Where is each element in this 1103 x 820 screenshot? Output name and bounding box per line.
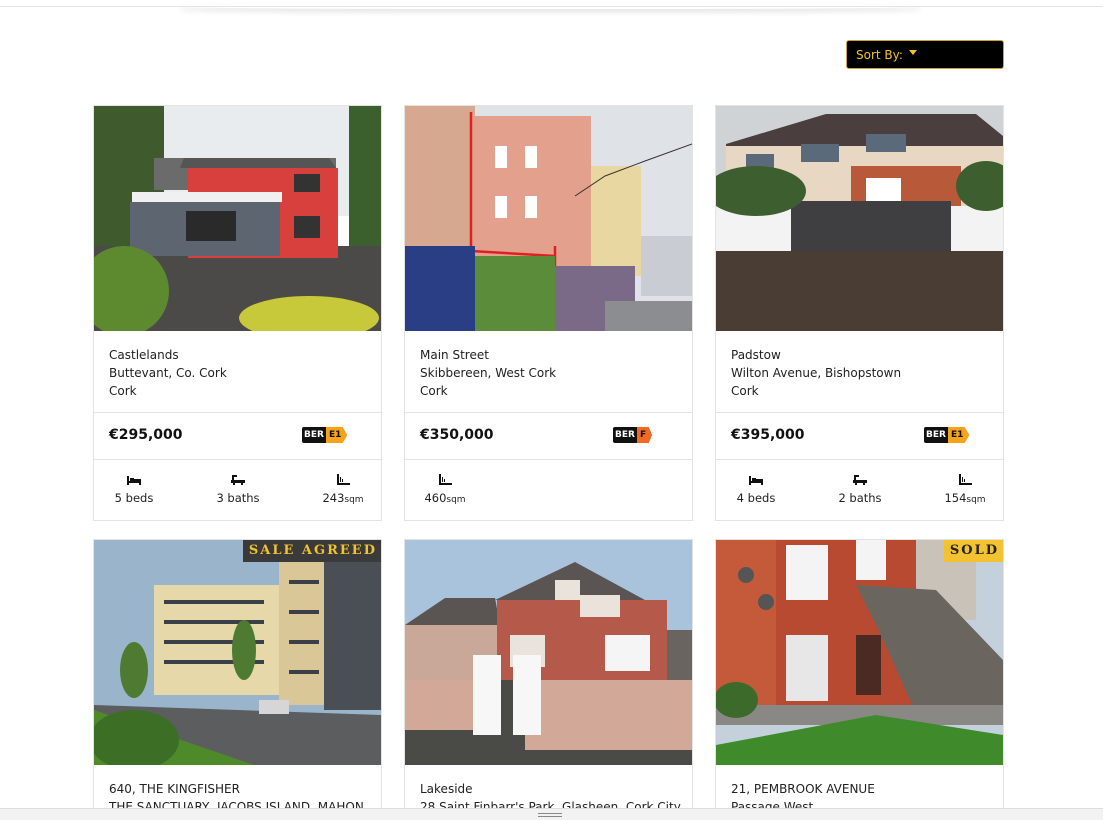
ber-rating: E1 (947, 427, 970, 443)
area-feature: 243sqm (303, 474, 381, 505)
address-line: Lakeside (420, 782, 473, 796)
property-photo[interactable] (405, 106, 692, 331)
caret-down-icon (908, 50, 917, 55)
property-photo[interactable] (716, 106, 1003, 331)
baths-feature: 2 baths (820, 474, 900, 505)
address-line: Wilton Avenue, Bishopstown (731, 366, 902, 380)
price-row: €350,000 BER F (405, 412, 692, 460)
area-feature: 154sqm (925, 474, 1003, 505)
property-address: Castlelands Buttevant, Co. Cork Cork (109, 346, 227, 400)
bed-icon (749, 476, 763, 485)
sort-by-dropdown[interactable]: Sort By: (846, 40, 1004, 69)
address-line: 21, PEMBROOK AVENUE (731, 782, 875, 796)
area-icon (337, 474, 350, 485)
address-line: Buttevant, Co. Cork (109, 366, 227, 380)
area-feature: 460sqm (405, 474, 485, 505)
property-card[interactable]: Lakeside 28 Saint Finbarr's Park, Glashe… (404, 539, 693, 820)
price: €295,000 (109, 427, 183, 443)
price-row: €395,000 BER E1 (716, 412, 1003, 460)
area-value: 154 (944, 491, 967, 505)
beds-count: 5 beds (114, 491, 154, 505)
sort-by-label: Sort By: (856, 47, 903, 62)
address-line: Castlelands (109, 348, 179, 362)
ber-rating: E1 (325, 427, 348, 443)
baths-count: 3 baths (216, 491, 260, 505)
header-strip (0, 0, 1103, 7)
area-unit: sqm (344, 495, 364, 505)
area-value: 243 (322, 491, 345, 505)
bed-icon (127, 476, 141, 485)
ber-prefix: BER (613, 427, 637, 443)
bottom-drag-bar[interactable] (0, 808, 1103, 820)
property-photo[interactable] (94, 106, 381, 331)
area-unit: sqm (966, 495, 986, 505)
baths-feature: 3 baths (198, 474, 278, 505)
address-line: Skibbereen, West Cork (420, 366, 557, 380)
drag-handle-icon[interactable] (538, 813, 562, 817)
sale-agreed-badge: SALE AGREED (242, 540, 381, 562)
ber-badge: BER E1 (924, 427, 970, 443)
property-card[interactable]: SALE AGREED 640, THE KINGFISHER THE SANC… (93, 539, 382, 820)
ber-prefix: BER (924, 427, 948, 443)
ber-rating: F (636, 427, 653, 443)
beds-feature: 5 beds (94, 474, 174, 505)
features-row: 460sqm (405, 460, 692, 520)
property-photo[interactable] (405, 540, 692, 765)
bath-icon (853, 475, 867, 485)
ber-badge: BER F (613, 427, 653, 443)
address-line: Cork (109, 384, 137, 398)
beds-feature: 4 beds (716, 474, 796, 505)
property-card[interactable]: Main Street Skibbereen, West Cork Cork €… (404, 105, 693, 521)
area-icon (439, 474, 452, 485)
property-photo[interactable] (716, 540, 1003, 765)
price: €395,000 (731, 427, 805, 443)
beds-count: 4 beds (736, 491, 776, 505)
price: €350,000 (420, 427, 494, 443)
features-row: 4 beds 2 baths 154sqm (716, 460, 1003, 520)
property-card[interactable]: Castlelands Buttevant, Co. Cork Cork €29… (93, 105, 382, 521)
address-line: Cork (420, 384, 448, 398)
ber-prefix: BER (302, 427, 326, 443)
property-card[interactable]: Padstow Wilton Avenue, Bishopstown Cork … (715, 105, 1004, 521)
property-photo[interactable] (94, 540, 381, 765)
address-line: 640, THE KINGFISHER (109, 782, 240, 796)
price-row: €295,000 BER E1 (94, 412, 381, 460)
sold-badge: SOLD (943, 540, 1003, 562)
baths-count: 2 baths (838, 491, 882, 505)
property-card[interactable]: SOLD 21, PEMBROOK AVENUE Passage West (715, 539, 1004, 820)
features-row: 5 beds 3 baths 243sqm (94, 460, 381, 520)
area-icon (959, 474, 972, 485)
property-address: Padstow Wilton Avenue, Bishopstown Cork (731, 346, 901, 400)
address-line: Main Street (420, 348, 489, 362)
area-value: 460 (424, 491, 447, 505)
address-line: Cork (731, 384, 759, 398)
ber-badge: BER E1 (302, 427, 348, 443)
bath-icon (231, 475, 245, 485)
property-address: Main Street Skibbereen, West Cork Cork (420, 346, 556, 400)
area-unit: sqm (446, 495, 466, 505)
address-line: Padstow (731, 348, 781, 362)
